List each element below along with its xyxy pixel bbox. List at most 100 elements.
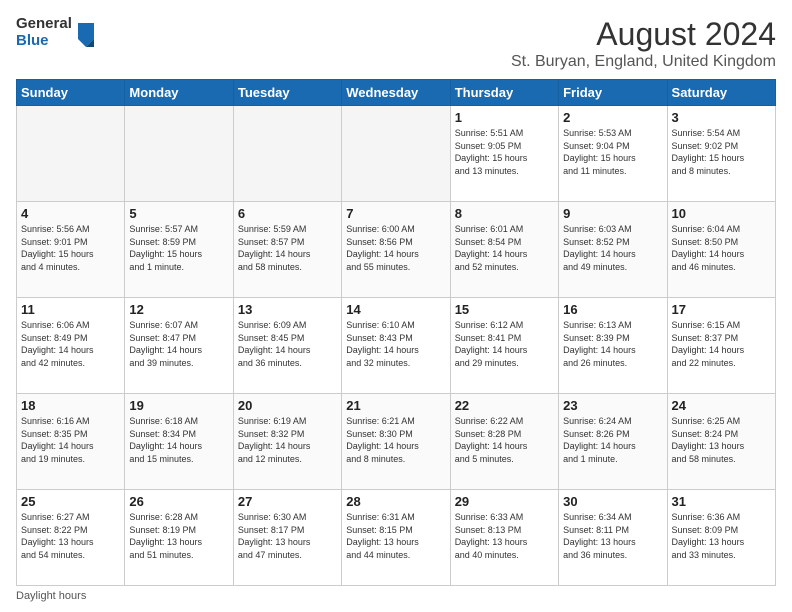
calendar-cell: 19 Sunrise: 6:18 AM Sunset: 8:34 PM Dayli… (125, 394, 233, 490)
logo-icon (76, 19, 96, 47)
day-number: 9 (563, 206, 662, 221)
day-info: Sunrise: 6:13 AM Sunset: 8:39 PM Dayligh… (563, 319, 662, 369)
calendar-cell: 4Sunrise: 5:56 AM Sunset: 9:01 PM Daylig… (17, 202, 125, 298)
day-number: 23 (563, 398, 662, 413)
calendar-cell: 23 Sunrise: 6:24 AM Sunset: 8:26 PM Dayli… (559, 394, 667, 490)
calendar-cell: 26 Sunrise: 6:28 AM Sunset: 8:19 PM Dayli… (125, 490, 233, 586)
calendar-week-row: 11 Sunrise: 6:06 AM Sunset: 8:49 PM Dayli… (17, 298, 776, 394)
calendar-cell: 3 Sunrise: 5:54 AM Sunset: 9:02 PM Daylig… (667, 106, 775, 202)
day-info: Sunrise: 6:30 AM Sunset: 8:17 PM Dayligh… (238, 511, 337, 561)
day-number: 27 (238, 494, 337, 509)
day-number: 22 (455, 398, 554, 413)
day-info: Sunrise: 6:16 AM Sunset: 8:35 PM Dayligh… (21, 415, 120, 465)
day-info: Sunrise: 5:54 AM Sunset: 9:02 PM Dayligh… (672, 127, 771, 177)
calendar-cell: 17 Sunrise: 6:15 AM Sunset: 8:37 PM Dayli… (667, 298, 775, 394)
calendar-cell (17, 106, 125, 202)
footer-note: Daylight hours (16, 590, 776, 602)
day-info: Sunrise: 6:21 AM Sunset: 8:30 PM Dayligh… (346, 415, 445, 465)
day-number: 18 (21, 398, 120, 413)
day-info: Sunrise: 6:04 AM Sunset: 8:50 PM Dayligh… (672, 223, 771, 273)
calendar-cell: 24 Sunrise: 6:25 AM Sunset: 8:24 PM Dayli… (667, 394, 775, 490)
day-number: 21 (346, 398, 445, 413)
calendar-cell (125, 106, 233, 202)
calendar-day-header: Saturday (667, 80, 775, 106)
logo-general: General (16, 16, 72, 33)
calendar-table: SundayMondayTuesdayWednesdayThursdayFrid… (16, 79, 776, 586)
calendar-day-header: Monday (125, 80, 233, 106)
calendar-day-header: Sunday (17, 80, 125, 106)
day-number: 3 (672, 110, 771, 125)
day-info: Sunrise: 6:07 AM Sunset: 8:47 PM Dayligh… (129, 319, 228, 369)
day-number: 29 (455, 494, 554, 509)
day-info: Sunrise: 6:25 AM Sunset: 8:24 PM Dayligh… (672, 415, 771, 465)
sub-title: St. Buryan, England, United Kingdom (511, 53, 776, 71)
calendar-cell: 8 Sunrise: 6:01 AM Sunset: 8:54 PM Daylig… (450, 202, 558, 298)
calendar-cell (233, 106, 341, 202)
day-info: Sunrise: 6:01 AM Sunset: 8:54 PM Dayligh… (455, 223, 554, 273)
day-info: Sunrise: 6:36 AM Sunset: 8:09 PM Dayligh… (672, 511, 771, 561)
logo: General Blue (16, 16, 96, 49)
day-info: Sunrise: 6:34 AM Sunset: 8:11 PM Dayligh… (563, 511, 662, 561)
day-info: Sunrise: 6:33 AM Sunset: 8:13 PM Dayligh… (455, 511, 554, 561)
calendar-cell: 30 Sunrise: 6:34 AM Sunset: 8:11 PM Dayli… (559, 490, 667, 586)
title-section: August 2024 St. Buryan, England, United … (511, 16, 776, 71)
calendar-cell: 25 Sunrise: 6:27 AM Sunset: 8:22 PM Dayli… (17, 490, 125, 586)
day-number: 31 (672, 494, 771, 509)
day-info: Sunrise: 6:24 AM Sunset: 8:26 PM Dayligh… (563, 415, 662, 465)
calendar-cell: 13 Sunrise: 6:09 AM Sunset: 8:45 PM Dayli… (233, 298, 341, 394)
calendar-cell: 21 Sunrise: 6:21 AM Sunset: 8:30 PM Dayli… (342, 394, 450, 490)
calendar-cell: 15Sunrise: 6:12 AM Sunset: 8:41 PM Dayli… (450, 298, 558, 394)
calendar-cell: 2 Sunrise: 5:53 AM Sunset: 9:04 PM Daylig… (559, 106, 667, 202)
day-info: Sunrise: 6:03 AM Sunset: 8:52 PM Dayligh… (563, 223, 662, 273)
calendar-week-row: 18 Sunrise: 6:16 AM Sunset: 8:35 PM Dayli… (17, 394, 776, 490)
day-number: 16 (563, 302, 662, 317)
calendar-week-row: 1Sunrise: 5:51 AM Sunset: 9:05 PM Daylig… (17, 106, 776, 202)
day-info: Sunrise: 5:59 AM Sunset: 8:57 PM Dayligh… (238, 223, 337, 273)
calendar-cell: 6Sunrise: 5:59 AM Sunset: 8:57 PM Daylig… (233, 202, 341, 298)
day-info: Sunrise: 5:56 AM Sunset: 9:01 PM Dayligh… (21, 223, 120, 273)
day-number: 8 (455, 206, 554, 221)
day-number: 11 (21, 302, 120, 317)
calendar-cell: 29 Sunrise: 6:33 AM Sunset: 8:13 PM Dayli… (450, 490, 558, 586)
day-number: 26 (129, 494, 228, 509)
day-number: 19 (129, 398, 228, 413)
calendar-day-header: Wednesday (342, 80, 450, 106)
day-number: 2 (563, 110, 662, 125)
day-number: 25 (21, 494, 120, 509)
calendar-cell (342, 106, 450, 202)
day-number: 14 (346, 302, 445, 317)
day-number: 30 (563, 494, 662, 509)
day-info: Sunrise: 6:00 AM Sunset: 8:56 PM Dayligh… (346, 223, 445, 273)
day-number: 5 (129, 206, 228, 221)
day-info: Sunrise: 6:18 AM Sunset: 8:34 PM Dayligh… (129, 415, 228, 465)
calendar-cell: 27 Sunrise: 6:30 AM Sunset: 8:17 PM Dayli… (233, 490, 341, 586)
calendar-cell: 14Sunrise: 6:10 AM Sunset: 8:43 PM Dayli… (342, 298, 450, 394)
calendar-cell: 28Sunrise: 6:31 AM Sunset: 8:15 PM Dayli… (342, 490, 450, 586)
day-number: 13 (238, 302, 337, 317)
day-info: Sunrise: 6:19 AM Sunset: 8:32 PM Dayligh… (238, 415, 337, 465)
calendar-cell: 10 Sunrise: 6:04 AM Sunset: 8:50 PM Dayli… (667, 202, 775, 298)
day-number: 28 (346, 494, 445, 509)
day-number: 20 (238, 398, 337, 413)
calendar-cell: 18 Sunrise: 6:16 AM Sunset: 8:35 PM Dayli… (17, 394, 125, 490)
day-info: Sunrise: 6:27 AM Sunset: 8:22 PM Dayligh… (21, 511, 120, 561)
day-info: Sunrise: 5:53 AM Sunset: 9:04 PM Dayligh… (563, 127, 662, 177)
calendar-cell: 31 Sunrise: 6:36 AM Sunset: 8:09 PM Dayli… (667, 490, 775, 586)
calendar-cell: 7Sunrise: 6:00 AM Sunset: 8:56 PM Daylig… (342, 202, 450, 298)
day-info: Sunrise: 6:15 AM Sunset: 8:37 PM Dayligh… (672, 319, 771, 369)
main-title: August 2024 (511, 16, 776, 53)
logo-blue: Blue (16, 33, 72, 50)
calendar-cell: 22Sunrise: 6:22 AM Sunset: 8:28 PM Dayli… (450, 394, 558, 490)
day-info: Sunrise: 6:09 AM Sunset: 8:45 PM Dayligh… (238, 319, 337, 369)
day-info: Sunrise: 6:12 AM Sunset: 8:41 PM Dayligh… (455, 319, 554, 369)
calendar-day-header: Thursday (450, 80, 558, 106)
day-number: 17 (672, 302, 771, 317)
day-info: Sunrise: 5:51 AM Sunset: 9:05 PM Dayligh… (455, 127, 554, 177)
calendar-header-row: SundayMondayTuesdayWednesdayThursdayFrid… (17, 80, 776, 106)
day-number: 24 (672, 398, 771, 413)
day-info: Sunrise: 6:06 AM Sunset: 8:49 PM Dayligh… (21, 319, 120, 369)
day-number: 10 (672, 206, 771, 221)
header: General Blue August 2024 St. Buryan, Eng… (16, 16, 776, 71)
day-info: Sunrise: 6:28 AM Sunset: 8:19 PM Dayligh… (129, 511, 228, 561)
calendar-cell: 20 Sunrise: 6:19 AM Sunset: 8:32 PM Dayli… (233, 394, 341, 490)
